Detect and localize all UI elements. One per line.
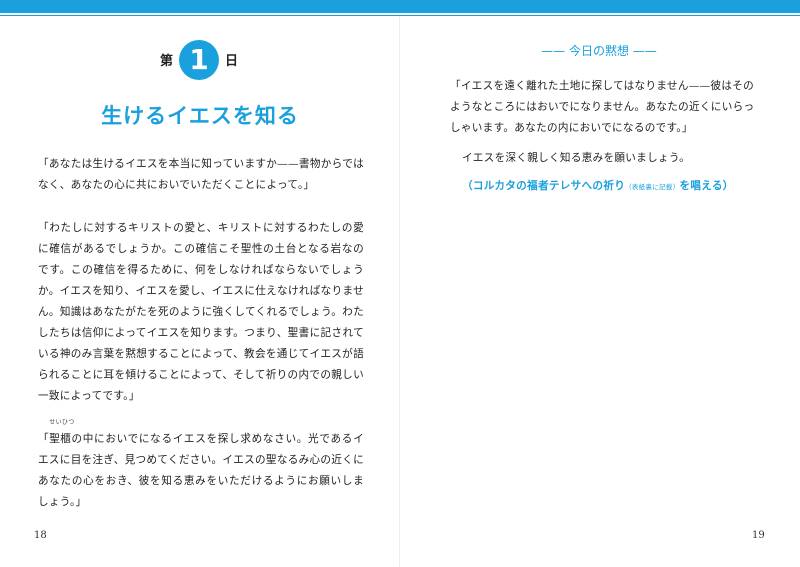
ruby-reading: せいひつ [49, 419, 75, 426]
prayer-intention: イエスを深く親しく知る恵みを願いましょう。 [462, 152, 691, 164]
top-decorative-bar [0, 0, 800, 13]
chapter-title: 生けるイエスを知る [101, 104, 299, 128]
day-header: 第 1 日 [160, 40, 250, 80]
page-number-left: 18 [34, 530, 47, 541]
prayer-instruction-note: （表紙裏に記載） [625, 183, 680, 191]
day-number-badge: 1 [179, 40, 219, 80]
left-page-body: 「あなたは生けるイエスを本当に知っていますか——書物からではなく、あなたの心に共… [38, 154, 364, 535]
right-page-body: 「イエスを遠く離れた土地に探してはなりません——彼はそのようなところにはおいでに… [450, 76, 756, 139]
quote-paragraph-2: 「わたしに対するキリストの愛と、キリストに対するわたしの愛に確信があるでしょうか… [38, 222, 364, 402]
day-suffix: 日 [225, 54, 239, 69]
quote-paragraph-3-text: の中においでになるイエスを探し求めなさい。光であるイエスに目を注ぎ、見つめてくだ… [38, 433, 364, 508]
prayer-instruction-end: を唱える） [679, 180, 734, 192]
ruby-word: せいひつ 聖櫃 [49, 420, 74, 450]
book-spine [399, 16, 400, 567]
prayer-instruction-main: （コルカタの福者テレサへの祈り [462, 180, 626, 192]
prayer-instruction: （コルカタの福者テレサへの祈り（表紙裏に記載）を唱える） [462, 178, 734, 193]
page-number-right: 19 [752, 530, 765, 541]
quote-paragraph-1: 「あなたは生けるイエスを本当に知っていますか——書物からではなく、あなたの心に共… [38, 158, 364, 191]
day-prefix: 第 [160, 54, 174, 69]
quote-open-bracket: 「 [38, 433, 50, 445]
ruby-base: 聖櫃 [49, 433, 72, 445]
meditation-quote: 「イエスを遠く離れた土地に探してはなりません——彼はそのようなところにはおいでに… [450, 80, 755, 134]
meditation-heading: —— 今日の黙想 —— [541, 44, 657, 58]
top-decorative-line [0, 15, 800, 16]
quote-paragraph-3: 「せいひつ 聖櫃の中においでになるイエスを探し求めなさい。光であるイエスに目を注ぎ… [38, 420, 364, 513]
